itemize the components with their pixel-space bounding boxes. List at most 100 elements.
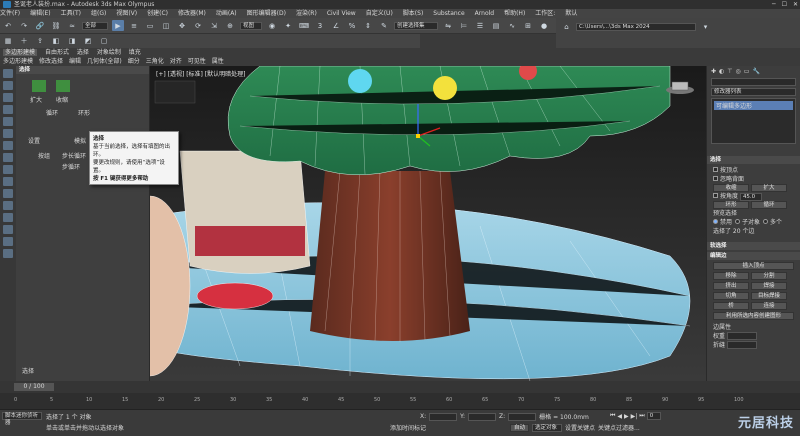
percent-snap-icon[interactable]: % [346,20,358,31]
preview-off-radio[interactable]: 禁用 [713,218,732,227]
tab-polygon-modeling[interactable]: 多边形建模 [3,49,38,56]
select-by-name-icon[interactable]: ≡ [128,20,140,31]
select-layer-objects-icon[interactable]: ◧ [50,36,62,47]
chamfer-button[interactable]: 切角 [713,292,749,300]
toggle-ribbon-icon[interactable]: ▤ [490,20,502,31]
window-crossing-icon[interactable]: ◫ [160,20,172,31]
menu-item[interactable]: 工作区: [535,10,555,17]
home-icon[interactable]: ⌂ [562,21,571,32]
weight-field[interactable] [727,331,758,340]
named-selection-sets[interactable]: 创建选择集 [394,21,438,30]
vertex-mode-icon[interactable] [3,69,13,78]
x-field[interactable] [429,412,458,421]
snap-toggle-icon[interactable]: 3 [314,20,326,31]
unlink-icon[interactable]: ⛓ [50,20,62,31]
object-name-field[interactable] [711,78,796,86]
ribbon-subtab[interactable]: 属性 [212,58,224,65]
next-frame-icon[interactable]: ▶| [631,413,638,420]
modify-tab-icon[interactable]: ◐ [719,68,724,75]
tab-selection[interactable]: 选择 [77,49,89,56]
ring-icon[interactable] [3,165,13,174]
display-tab-icon[interactable]: ▭ [744,68,750,75]
selected-objects-dropdown[interactable]: 选定对象 [532,423,563,432]
setup-label[interactable]: 设置 [28,136,40,145]
connect-button[interactable]: 连接 [751,302,787,310]
menu-item[interactable]: 修改器(M) [178,10,206,17]
menu-item[interactable]: 创建(C) [147,10,168,17]
preview-multi-radio[interactable]: 多个 [763,218,782,227]
select-rollout-title[interactable]: 选择 [707,156,800,164]
element-mode-icon[interactable] [3,117,13,126]
create-tab-icon[interactable]: ✚ [711,68,716,75]
go-end-icon[interactable]: ⏭ [639,412,644,420]
close-icon[interactable]: ✕ [793,1,798,8]
go-start-icon[interactable]: ⏮ [610,412,615,420]
by-angle-option[interactable]: 按角度 45.0 [713,192,794,201]
connect-icon[interactable] [3,201,13,210]
auto-key-button[interactable]: 自动 [510,423,530,432]
blue-bauble[interactable] [348,69,372,93]
select-rotate-icon[interactable]: ⟳ [192,20,204,31]
edit-named-sets-icon[interactable]: ✎ [378,20,390,31]
pivot-center-icon[interactable]: ◉ [266,20,278,31]
rect-selection-icon[interactable]: ▭ [144,20,156,31]
cut-icon[interactable] [3,213,13,222]
mirror-icon[interactable]: ⇋ [442,20,454,31]
ribbon-subtab[interactable]: 几何体(全部) [87,58,122,65]
utilities-tab-icon[interactable]: 🔧 [752,68,759,75]
perspective-viewport[interactable]: [+] [透视] [标准] [默认明暗处理] [150,66,706,381]
loop-label[interactable]: 循环 [46,108,58,117]
select-object-icon[interactable]: ▶ [112,20,124,31]
add-time-tag[interactable]: 添加时间标记 [390,423,426,432]
target-weld-button[interactable]: 目标焊接 [751,292,787,300]
menu-item[interactable]: 文件(F) [0,10,20,17]
shrink-icon[interactable] [3,141,13,150]
curve-editor-icon[interactable]: ∿ [506,20,518,31]
minimize-icon[interactable]: ─ [772,1,776,8]
container-icon[interactable]: ▢ [98,36,110,47]
material-editor-icon[interactable]: ● [538,20,550,31]
ribbon-subtab[interactable]: 对齐 [170,58,182,65]
insert-vertex-button[interactable]: 插入顶点 [713,262,794,270]
viewport-label[interactable]: [+] [透视] [标准] [默认明暗处理] [156,69,245,78]
time-slider[interactable]: 0 / 100 [0,381,800,393]
menu-item[interactable]: 组(G) [91,10,106,17]
ribbon-subtab[interactable]: 修改选择 [39,58,63,65]
split-button[interactable]: 分割 [751,272,787,280]
current-frame-field[interactable]: 0 [646,412,661,420]
menu-item[interactable]: 图形编辑器(D) [247,10,286,17]
ribbon-subtab[interactable]: 多边形建模 [3,58,33,65]
menu-item[interactable]: 自定义(U) [366,10,393,17]
z-field[interactable] [508,412,537,421]
set-key-label[interactable]: 设置关键点 [565,423,595,432]
keyboard-shortcut-icon[interactable]: ⌨ [298,20,310,31]
loop-icon[interactable] [3,153,13,162]
link-icon[interactable]: 🔗 [34,20,46,31]
ribbon-subtab[interactable]: 细分 [128,58,140,65]
reference-coord-dropdown[interactable]: 视图 [240,21,262,30]
select-move-icon[interactable]: ✥ [176,20,188,31]
menu-item[interactable]: 动画(A) [216,10,237,17]
step-ring-label[interactable]: 步循环 [62,162,80,171]
ring-button[interactable]: 环形 [713,201,749,209]
menu-item[interactable]: 脚本(S) [403,10,424,17]
menu-item[interactable]: 视图(V) [116,10,137,17]
cake-ribbon[interactable] [195,226,305,256]
weld-icon[interactable] [3,237,13,246]
select-manipulate-icon[interactable]: ✦ [282,20,294,31]
edge-mode-icon[interactable] [3,81,13,90]
time-slider-thumb[interactable]: 0 / 100 [14,383,54,391]
ribbon-subtab[interactable]: 编辑 [69,58,81,65]
stack-item[interactable]: 可编辑多边形 [714,101,793,110]
menu-item[interactable]: 默认 [565,10,577,17]
ring-label[interactable]: 环形 [78,108,90,117]
maximize-icon[interactable]: ☐ [782,1,787,8]
grow-icon[interactable] [3,129,13,138]
angle-snap-icon[interactable]: ∠ [330,20,342,31]
menu-item[interactable]: Substance [433,10,464,17]
grow-select-icon[interactable] [32,80,46,92]
y-field[interactable] [468,412,497,421]
ribbon-subtab[interactable]: 三角化 [146,58,164,65]
key-filters-label[interactable]: 关键点过滤器... [598,423,640,432]
redo-icon[interactable]: ↷ [18,20,30,31]
